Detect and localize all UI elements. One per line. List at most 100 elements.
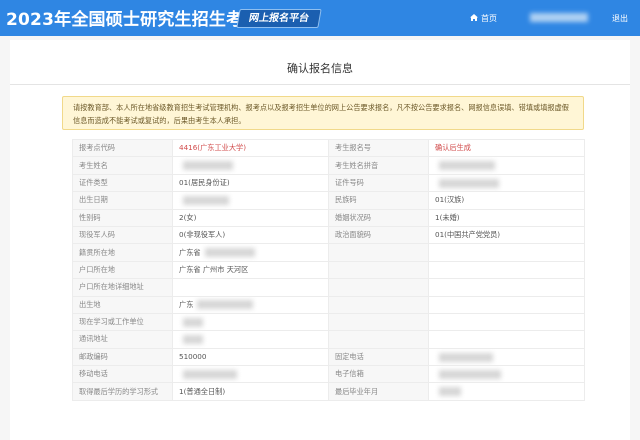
redacted-value	[183, 196, 229, 206]
field-label-text: 邮政编码	[79, 351, 108, 361]
field-label: 考生姓名	[72, 156, 173, 175]
field-value-text: 广东	[179, 299, 194, 309]
field-value	[428, 330, 585, 349]
field-value-text: 确认后生成	[435, 143, 471, 153]
field-label: 考生姓名拼音	[328, 156, 429, 175]
field-label-text: 取得最后学历的学习形式	[79, 386, 159, 396]
table-row: 现在学习或工作单位	[72, 312, 585, 332]
field-label: 考生报名号	[328, 138, 429, 158]
field-label-text: 婚姻状况码	[335, 212, 371, 222]
field-value	[428, 173, 585, 193]
field-label: 邮政编码	[72, 347, 173, 367]
field-label-text: 移动电话	[79, 369, 108, 379]
field-label-text: 证件号码	[335, 177, 364, 187]
field-value: 2(女)	[172, 208, 329, 227]
field-label-text: 民族码	[335, 195, 357, 205]
redacted-value	[183, 161, 233, 171]
redacted-value	[439, 370, 501, 380]
field-value-text: 1(普通全日制)	[179, 386, 226, 396]
field-label: 政治面貌码	[328, 225, 429, 245]
field-label: 移动电话	[72, 365, 173, 384]
field-value: 4416(广东工业大学)	[172, 138, 329, 158]
user-name-redacted	[530, 13, 588, 22]
field-value	[172, 330, 329, 349]
redacted-value	[183, 370, 237, 380]
table-row: 户口所在地详细地址	[72, 278, 585, 297]
table-row: 出生日期 民族码 01(汉族)	[72, 191, 585, 210]
field-label: 户口所在地	[72, 260, 173, 280]
field-value	[428, 347, 585, 367]
field-value-text: 01(居民身份证)	[179, 177, 230, 187]
field-label-text: 户口所在地详细地址	[79, 282, 144, 292]
table-row: 取得最后学历的学习形式 1(普通全日制) 最后毕业年月	[72, 382, 585, 401]
field-label	[328, 295, 429, 314]
field-label: 婚姻状况码	[328, 208, 429, 227]
field-value-text: 0(非现役军人)	[179, 230, 226, 240]
field-label-text: 考生报名号	[335, 143, 371, 153]
logout-link[interactable]: 退出	[612, 13, 628, 24]
field-label-text: 出生地	[79, 299, 101, 309]
field-label: 最后毕业年月	[328, 382, 429, 401]
field-label-text: 籍贯所在地	[79, 247, 115, 257]
field-value: 0(非现役军人)	[172, 225, 329, 245]
redacted-value	[183, 335, 203, 345]
table-row: 证件类型 01(居民身份证) 证件号码	[72, 173, 585, 193]
field-value-text: 1(未婚)	[435, 212, 460, 222]
field-value	[428, 156, 585, 175]
platform-tag[interactable]: 网上报名平台	[236, 9, 322, 28]
field-value: 01(居民身份证)	[172, 173, 329, 193]
table-row: 籍贯所在地 广东省	[72, 243, 585, 262]
field-value: 确认后生成	[428, 138, 585, 158]
field-label	[328, 243, 429, 262]
table-row: 移动电话 电子信箱	[72, 365, 585, 384]
field-value	[428, 295, 585, 314]
table-row: 报考点代码 4416(广东工业大学) 考生报名号 确认后生成	[72, 138, 585, 158]
home-link[interactable]: 首页	[470, 13, 497, 24]
main-panel: 确认报名信息 请按教育部、本人所在地省级教育招生考试管理机构、报考点以及报考招生…	[0, 36, 640, 440]
field-value	[172, 191, 329, 210]
table-row: 性别码 2(女) 婚姻状况码 1(未婚)	[72, 208, 585, 227]
field-value-text: 01(中国共产党党员)	[435, 230, 501, 240]
field-value: 广东省 广州市 天河区	[172, 260, 329, 280]
field-label-text: 报考点代码	[79, 143, 115, 153]
field-label: 取得最后学历的学习形式	[72, 382, 173, 401]
field-label-text: 出生日期	[79, 195, 108, 205]
field-value: 1(普通全日制)	[172, 382, 329, 401]
field-value: 广东	[172, 295, 329, 314]
table-row: 现役军人码 0(非现役军人) 政治面貌码 01(中国共产党党员)	[72, 225, 585, 245]
home-label: 首页	[481, 14, 497, 23]
registration-info-table: 报考点代码 4416(广东工业大学) 考生报名号 确认后生成考生姓名 考生姓名拼音证件类…	[72, 138, 585, 401]
field-label	[328, 278, 429, 297]
field-value	[428, 382, 585, 401]
field-label-text: 考生姓名拼音	[335, 160, 379, 170]
field-value: 510000	[172, 347, 329, 367]
field-label: 现在学习或工作单位	[72, 312, 173, 332]
table-row: 邮政编码 510000 固定电话	[72, 347, 585, 367]
notice-box: 请按教育部、本人所在地省级教育招生考试管理机构、报考点以及报考招生单位的网上公告…	[62, 96, 584, 130]
divider	[10, 84, 630, 85]
field-value-text: 广东省	[179, 247, 201, 257]
field-label-text: 性别码	[79, 212, 101, 222]
field-value	[428, 260, 585, 280]
field-label: 证件类型	[72, 173, 173, 193]
field-label: 出生地	[72, 295, 173, 314]
redacted-value	[439, 352, 493, 362]
field-label: 户口所在地详细地址	[72, 278, 173, 297]
field-label-text: 通讯地址	[79, 334, 108, 344]
redacted-value	[439, 161, 495, 171]
table-row: 出生地 广东	[72, 295, 585, 314]
field-label: 性别码	[72, 208, 173, 227]
field-value: 1(未婚)	[428, 208, 585, 227]
field-label-text: 现在学习或工作单位	[79, 317, 144, 327]
page-title: 确认报名信息	[287, 62, 353, 75]
home-icon	[470, 14, 478, 21]
table-row: 户口所在地 广东省 广州市 天河区	[72, 260, 585, 280]
field-value	[428, 365, 585, 384]
field-label	[328, 330, 429, 349]
content-card: 确认报名信息 请按教育部、本人所在地省级教育招生考试管理机构、报考点以及报考招生…	[10, 40, 630, 440]
field-value	[172, 278, 329, 297]
redacted-value	[183, 317, 203, 327]
field-label: 电子信箱	[328, 365, 429, 384]
field-label: 民族码	[328, 191, 429, 210]
field-value: 01(汉族)	[428, 191, 585, 210]
